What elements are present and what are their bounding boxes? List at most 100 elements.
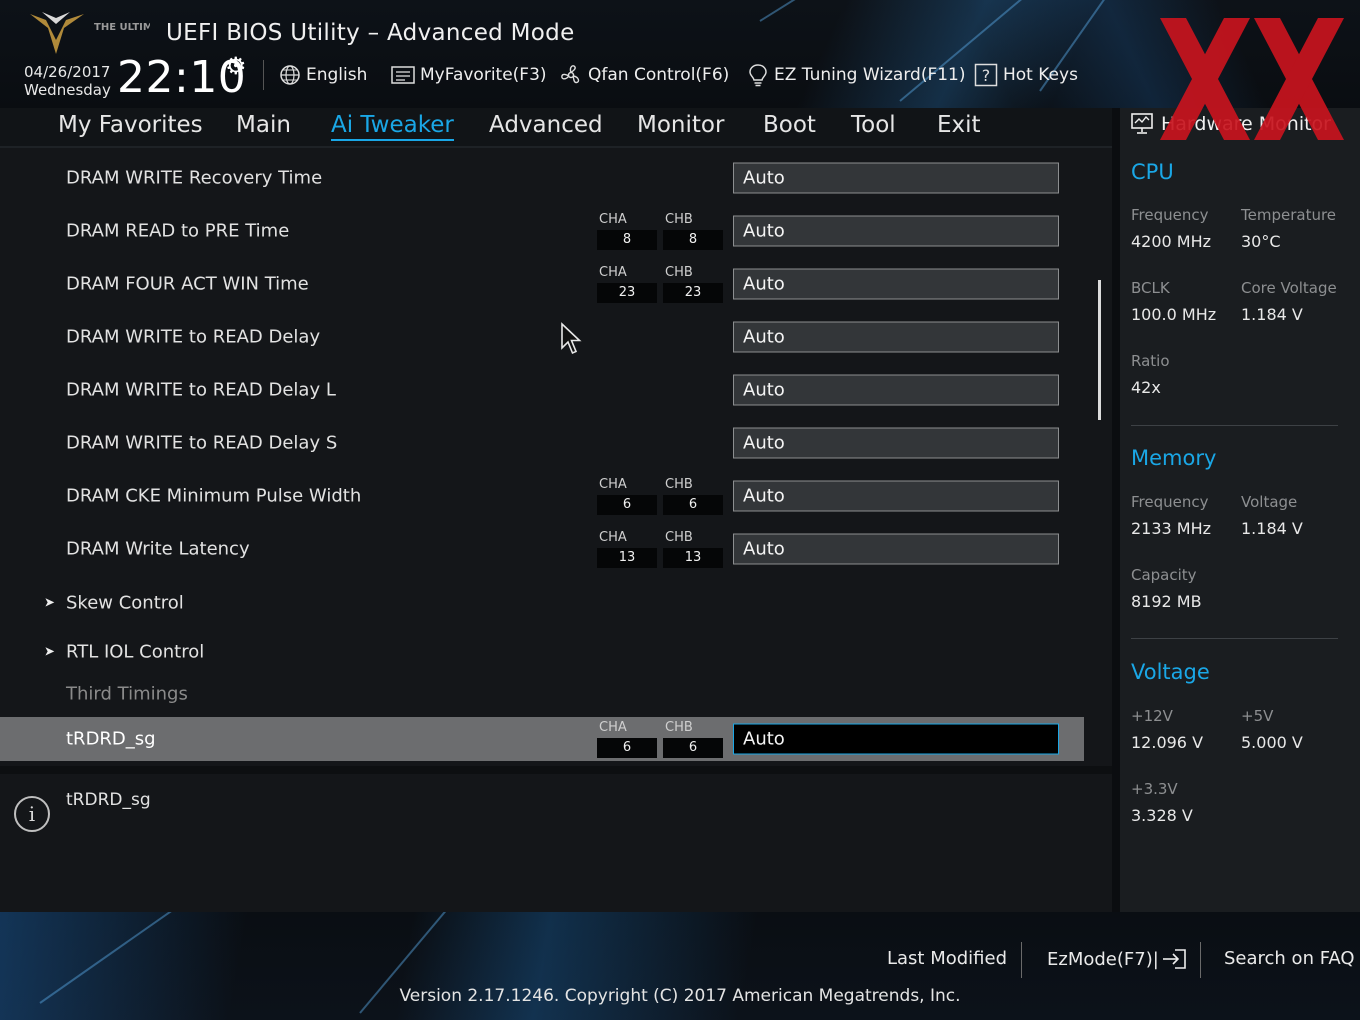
tab-exit[interactable]: Exit xyxy=(937,112,981,138)
submenu-label: Skew Control xyxy=(66,592,184,614)
lightbulb-icon xyxy=(749,64,767,87)
channel-b-value: CHB 8 xyxy=(663,212,723,250)
memory-frequency-value: 2133 MHz xyxy=(1131,519,1212,538)
v5-label: +5V xyxy=(1241,707,1274,725)
channel-b-label: CHB xyxy=(665,720,693,735)
channel-b-value: CHB 23 xyxy=(663,265,723,303)
tab-tool[interactable]: Tool xyxy=(851,112,896,138)
background-streak xyxy=(759,0,1015,22)
tab-main[interactable]: Main xyxy=(236,112,291,138)
section-divider xyxy=(1131,638,1338,639)
submenu-rtl-iol-control[interactable]: ➤ RTL IOL Control xyxy=(0,630,1084,674)
submenu-arrow-icon: ➤ xyxy=(44,595,55,611)
voltage-heading: Voltage xyxy=(1131,660,1210,684)
setting-label: DRAM READ to PRE Time xyxy=(66,220,290,242)
setting-label: DRAM Write Latency xyxy=(66,538,250,560)
cpu-temperature-label: Temperature xyxy=(1241,206,1337,224)
monitor-icon xyxy=(1131,113,1153,134)
settings-list: DRAM WRITE Recovery Time Auto DRAM READ … xyxy=(0,148,1112,766)
ez-tuning-wizard-button[interactable]: EZ Tuning Wizard(F11) xyxy=(747,62,966,88)
language-label: English xyxy=(306,65,368,85)
exit-arrow-icon xyxy=(1162,949,1186,969)
channel-a-readout: 13 xyxy=(597,548,657,568)
channel-b-label: CHB xyxy=(665,477,693,492)
channel-b-value: CHB 6 xyxy=(663,477,723,515)
capacity-label: Capacity xyxy=(1131,566,1197,584)
channel-a-value: CHA 6 xyxy=(597,477,657,515)
submenu-skew-control[interactable]: ➤ Skew Control xyxy=(0,581,1084,625)
clock-settings-gear-icon[interactable]: ⚙ xyxy=(225,52,247,80)
ez-tuning-wizard-label: EZ Tuning Wizard(F11) xyxy=(774,65,966,85)
setting-value-combo[interactable]: Auto xyxy=(733,480,1059,512)
setting-label: tRDRD_sg xyxy=(66,728,156,750)
setting-row-dram-read-to-pre-time[interactable]: DRAM READ to PRE Time CHA 8 CHB 8 Auto xyxy=(0,209,1084,253)
footer-divider xyxy=(1021,942,1022,978)
favorite-list-icon xyxy=(391,66,415,84)
channel-a-value: CHA 8 xyxy=(597,212,657,250)
channel-b-readout: 6 xyxy=(663,495,723,515)
ezmode-button[interactable]: EzMode(F7)| xyxy=(1047,948,1187,970)
hot-keys-button[interactable]: ? Hot Keys xyxy=(974,62,1078,88)
setting-value-combo[interactable]: Auto xyxy=(733,321,1059,353)
fan-icon xyxy=(561,65,580,84)
setting-label: DRAM WRITE to READ Delay S xyxy=(66,432,338,454)
last-modified-button[interactable]: Last Modified xyxy=(887,948,1007,969)
channel-b-readout: 13 xyxy=(663,548,723,568)
question-box-icon: ? xyxy=(974,63,998,87)
main-menu-tabs: My Favorites Main Ai Tweaker Advanced Mo… xyxy=(0,108,1112,148)
tab-ai-tweaker[interactable]: Ai Tweaker xyxy=(331,112,454,141)
globe-icon xyxy=(280,65,300,85)
memory-voltage-label: Voltage xyxy=(1241,493,1298,511)
tab-boot[interactable]: Boot xyxy=(763,112,816,138)
section-divider xyxy=(1131,425,1338,426)
footer-divider xyxy=(1200,942,1201,978)
channel-b-readout: 8 xyxy=(663,230,723,250)
title-bar: THE ULTIMATE FORCE UEFI BIOS Utility – A… xyxy=(0,0,1360,108)
qfan-control-button[interactable]: Qfan Control(F6) xyxy=(559,62,729,88)
tab-my-favorites[interactable]: My Favorites xyxy=(58,112,203,138)
v33-value: 3.328 V xyxy=(1131,806,1193,825)
language-button[interactable]: English xyxy=(279,62,367,88)
cpu-frequency-value: 4200 MHz xyxy=(1131,232,1212,251)
channel-a-readout: 23 xyxy=(597,283,657,303)
setting-value-combo[interactable]: Auto xyxy=(733,162,1059,194)
setting-row-dram-four-act-win-time[interactable]: DRAM FOUR ACT WIN Time CHA 23 CHB 23 Aut… xyxy=(0,262,1084,306)
search-on-faq-button[interactable]: Search on FAQ xyxy=(1224,948,1355,969)
setting-value-combo[interactable]: Auto xyxy=(733,533,1059,565)
channel-b-label: CHB xyxy=(665,265,693,280)
core-voltage-label: Core Voltage xyxy=(1241,279,1337,297)
hot-keys-label: Hot Keys xyxy=(1003,65,1078,85)
myfavorite-button[interactable]: MyFavorite(F3) xyxy=(391,62,547,88)
app-title: UEFI BIOS Utility – Advanced Mode xyxy=(166,20,575,46)
setting-value-combo[interactable]: Auto xyxy=(733,374,1059,406)
setting-row-dram-write-recovery-time[interactable]: DRAM WRITE Recovery Time Auto xyxy=(0,156,1084,200)
setting-value-combo[interactable]: Auto xyxy=(733,427,1059,459)
v12-label: +12V xyxy=(1131,707,1173,725)
setting-row-dram-write-latency[interactable]: DRAM Write Latency CHA 13 CHB 13 Auto xyxy=(0,527,1084,571)
setting-value-combo[interactable]: Auto xyxy=(733,268,1059,300)
ratio-label: Ratio xyxy=(1131,352,1170,370)
ezmode-label: EzMode(F7)| xyxy=(1047,948,1159,970)
setting-row-dram-cke-minimum-pulse-width[interactable]: DRAM CKE Minimum Pulse Width CHA 6 CHB 6… xyxy=(0,474,1084,518)
channel-b-readout: 23 xyxy=(663,283,723,303)
tab-advanced[interactable]: Advanced xyxy=(489,112,603,138)
setting-label: DRAM WRITE Recovery Time xyxy=(66,167,323,189)
setting-row-dram-write-to-read-delay-l[interactable]: DRAM WRITE to READ Delay L Auto xyxy=(0,368,1084,412)
weekday: Wednesday xyxy=(24,81,111,99)
channel-a-value: CHA 13 xyxy=(597,530,657,568)
date: 04/26/2017 xyxy=(24,63,111,81)
tab-monitor[interactable]: Monitor xyxy=(637,112,724,138)
setting-value-combo[interactable]: Auto xyxy=(733,215,1059,247)
channel-b-value: CHB 13 xyxy=(663,530,723,568)
setting-row-dram-write-to-read-delay-s[interactable]: DRAM WRITE to READ Delay S Auto xyxy=(0,421,1084,465)
memory-heading: Memory xyxy=(1131,446,1217,470)
settings-scrollbar[interactable] xyxy=(1098,280,1101,420)
myfavorite-label: MyFavorite(F3) xyxy=(420,65,547,85)
setting-label: DRAM FOUR ACT WIN Time xyxy=(66,273,309,295)
memory-voltage-value: 1.184 V xyxy=(1241,519,1303,538)
setting-row-dram-write-to-read-delay[interactable]: DRAM WRITE to READ Delay Auto xyxy=(0,315,1084,359)
memory-frequency-label: Frequency xyxy=(1131,493,1209,511)
date-display: 04/26/2017 Wednesday xyxy=(24,63,111,99)
setting-row-trdrd-sg[interactable]: tRDRD_sg CHA 6 CHB 6 Auto xyxy=(0,717,1084,761)
setting-value-input[interactable]: Auto xyxy=(733,723,1059,755)
